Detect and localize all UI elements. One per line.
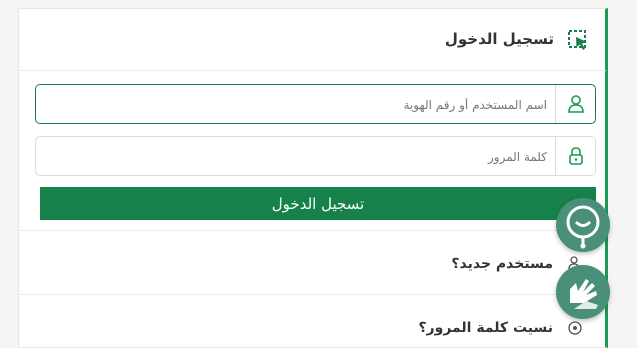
login-title: تسجيل الدخول [444,30,554,48]
username-input[interactable] [65,91,549,119]
key-icon [568,321,582,335]
chat-support-icon [566,205,600,249]
chat-support-button[interactable] [556,198,610,252]
sign-language-button[interactable] [556,265,610,319]
login-header: تسجيل الدخول [19,9,606,71]
forgot-password-link[interactable]: نسيت كلمة المرور؟ [418,320,553,336]
new-user-link[interactable]: مستخدم جديد؟ [451,256,553,272]
cursor-select-icon [568,30,587,50]
divider [19,294,606,295]
lock-icon-addon [555,137,595,175]
user-icon [568,95,584,113]
sign-language-icon [570,279,598,309]
password-input[interactable] [65,143,549,171]
password-field[interactable] [35,136,596,176]
divider [19,230,606,231]
lock-icon [569,147,583,165]
login-button[interactable]: تسجيل الدخول [40,187,596,220]
user-icon-addon [555,85,595,123]
username-field[interactable] [35,84,596,124]
login-panel: تسجيل الدخول تسجيل الدخول مستخ [18,8,608,348]
